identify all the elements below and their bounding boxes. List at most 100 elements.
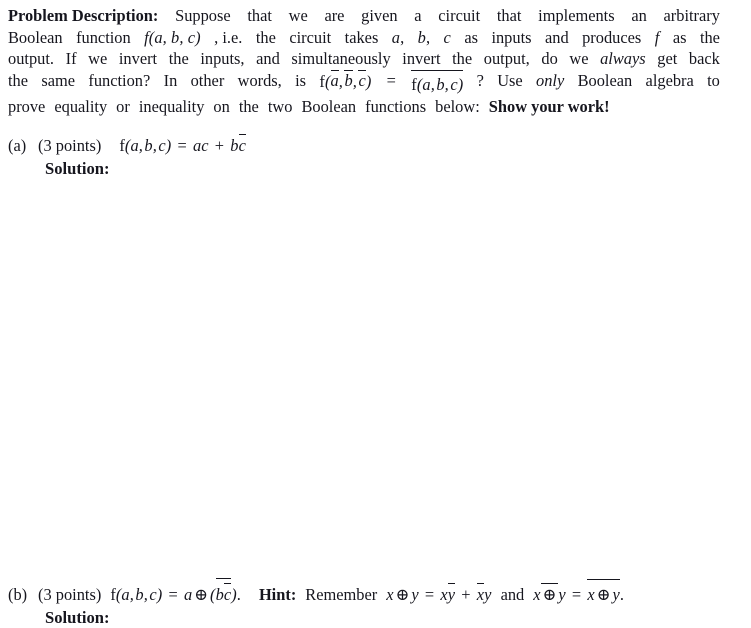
problem-heading: Problem Description: <box>8 6 159 25</box>
part-b-expression: f(a, b, c) = a ⊕ (bc) <box>110 578 237 604</box>
math-var-b: b <box>417 27 426 47</box>
math-var-a: a <box>391 27 401 47</box>
word: invert <box>402 49 441 68</box>
word: algebra <box>645 70 694 90</box>
problem-line-5: prove equality or inequality on the two … <box>8 96 720 118</box>
math-var-c: c <box>443 27 451 47</box>
word: the <box>168 49 189 68</box>
part-a-expression: f(a, b, c) = ac + bc <box>119 134 247 155</box>
word: Boolean <box>8 27 63 47</box>
hint-conjunction: and <box>500 584 525 604</box>
word: simultaneously <box>291 49 391 68</box>
math-equals: = <box>386 70 396 90</box>
word: and <box>256 49 280 68</box>
word: prove <box>8 96 46 116</box>
part-b-statement: (b) (3 points) f(a, b, c) = a ⊕ (bc). Hint: Re… <box>8 578 743 605</box>
word: back <box>688 49 720 68</box>
part-a-points: (3 points) <box>38 135 102 155</box>
question-mark: ? <box>476 70 484 90</box>
word: we <box>569 49 589 68</box>
part-a-tag: (a) <box>8 135 27 155</box>
problem-part-a: (a) (3 points) f(a, b, c) = ac + bc Soluti… <box>8 134 743 179</box>
word: Boolean <box>577 70 633 90</box>
part-b-solution-label: Solution: <box>45 607 110 627</box>
word: inequality <box>138 96 205 116</box>
word: inputs <box>491 27 532 47</box>
word: an <box>631 6 647 25</box>
word: implements <box>538 6 615 25</box>
part-b-solution-row: Solution: <box>8 607 743 628</box>
word: , i.e. <box>214 27 243 47</box>
problem-line-1: Problem Description: Suppose that we are… <box>8 5 720 27</box>
word: Use <box>497 70 523 90</box>
word: circuit <box>438 6 481 25</box>
word: given <box>361 6 398 25</box>
math-var-f: f <box>654 27 660 47</box>
problem-line-3: output. If we invert the inputs, and sim… <box>8 48 720 70</box>
math-f-inverted-inputs: f(a, b, c) <box>319 69 372 91</box>
word: function <box>76 27 131 47</box>
problem-description-block: Problem Description: Suppose that we are… <box>8 5 720 117</box>
show-your-work-emphasis: Show your work! <box>488 96 610 116</box>
word: functions <box>365 96 427 116</box>
part-b-hint-expression-1: x ⊕ y = xy + xy <box>386 583 492 604</box>
part-b-hint-text: Remember <box>305 584 378 604</box>
word: that <box>496 6 522 25</box>
word: below: <box>435 96 480 116</box>
problem-line-4: the same function? In other words, is f(… <box>8 69 720 96</box>
part-b-tag: (b) <box>8 584 28 604</box>
word: or <box>116 96 130 116</box>
math-f-inverted-output: f(a, b, c) <box>411 69 464 96</box>
worksheet-page: Problem Description: Suppose that we are… <box>0 0 751 628</box>
word: are <box>324 6 345 25</box>
word: If <box>65 49 77 68</box>
hint-period: . <box>619 584 625 604</box>
word: Boolean <box>301 96 357 116</box>
word: inputs, <box>200 49 245 68</box>
word: the <box>238 96 259 116</box>
word: In <box>163 70 178 90</box>
word: the <box>452 49 473 68</box>
problem-description-paragraph: Problem Description: Suppose that we are… <box>8 5 720 117</box>
math-function-f-abc: f(a, b, c) <box>144 27 201 47</box>
problem-line-2: Boolean function f(a, b, c) , i.e. the c… <box>8 27 720 47</box>
part-b-period: . <box>236 584 241 604</box>
word: other <box>190 70 225 90</box>
problem-part-b: (b) (3 points) f(a, b, c) = a ⊕ (bc). Hint: Re… <box>8 578 743 628</box>
word: as <box>464 27 478 47</box>
word: equality <box>54 96 108 116</box>
part-b-hint-label: Hint: <box>258 584 297 604</box>
word: same <box>41 70 76 90</box>
word: Suppose <box>175 6 231 25</box>
word: the <box>8 70 29 90</box>
word: the <box>255 27 276 47</box>
word: do <box>541 49 558 68</box>
word: get <box>657 49 678 68</box>
word: we <box>88 49 108 68</box>
word: a <box>414 6 422 25</box>
word: takes <box>344 27 379 47</box>
word: as <box>672 27 687 47</box>
word: on <box>213 96 230 116</box>
word-emphasis-only: only <box>536 70 565 90</box>
word: the <box>699 27 720 47</box>
part-a-answer-area[interactable] <box>45 176 720 568</box>
word-emphasis-always: always <box>600 49 646 68</box>
part-b-hint-expression-2: x ⊕ y = x ⊕ y <box>533 579 620 604</box>
word: produces <box>582 27 642 47</box>
part-a-statement: (a) (3 points) f(a, b, c) = ac + bc <box>8 134 743 156</box>
word: function? <box>88 70 151 90</box>
word: we <box>288 6 308 25</box>
word: that <box>247 6 272 25</box>
word: output, <box>483 49 530 68</box>
word: to <box>707 70 720 90</box>
word: output. <box>8 49 54 68</box>
word: invert <box>118 49 158 68</box>
word: arbitrary <box>663 6 720 25</box>
word: is <box>295 70 307 90</box>
word: words, <box>237 70 282 90</box>
word: two <box>267 96 293 116</box>
word: circuit <box>289 27 332 47</box>
word: and <box>544 27 569 47</box>
part-b-points: (3 points) <box>38 584 102 604</box>
